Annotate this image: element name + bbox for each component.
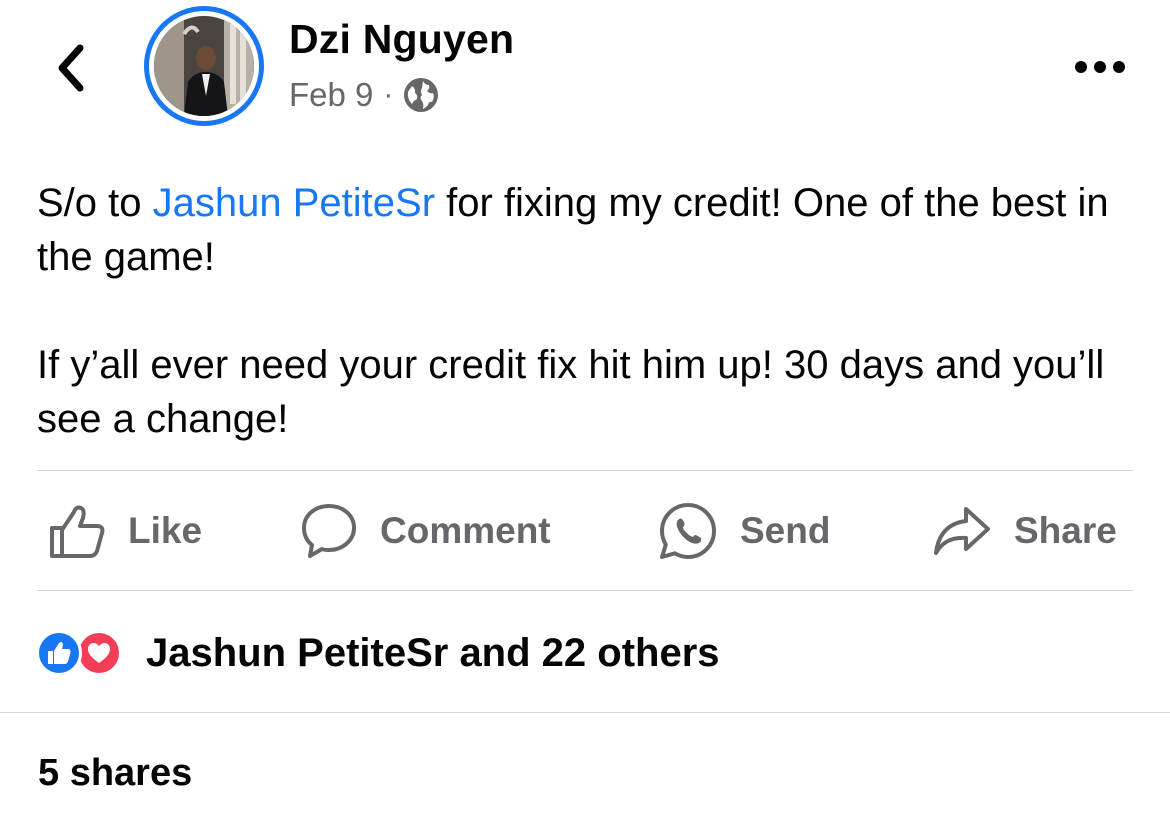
divider — [0, 712, 1170, 713]
post-date[interactable]: Feb 9 — [289, 76, 373, 114]
back-button[interactable] — [48, 40, 92, 96]
mention-link[interactable]: Jashun PetiteSr — [153, 181, 435, 225]
share-arrow-icon — [934, 507, 990, 555]
more-horizontal-icon — [1075, 61, 1125, 73]
love-reaction-icon — [76, 630, 122, 676]
post-text: S/o to Jashun PetiteSr for fixing my cre… — [37, 176, 1137, 446]
send-label: Send — [740, 510, 831, 551]
reactions-text: Jashun PetiteSr and 22 others — [146, 630, 720, 675]
send-button[interactable]: Send — [658, 496, 830, 566]
post-text-prefix: S/o to — [37, 181, 153, 225]
divider — [37, 590, 1133, 591]
comment-label: Comment — [380, 510, 551, 551]
share-label: Share — [1014, 510, 1117, 551]
chevron-left-icon — [58, 44, 84, 92]
reaction-icons — [36, 626, 136, 680]
share-button[interactable]: Share — [932, 496, 1117, 566]
author-name[interactable]: Dzi Nguyen — [289, 16, 514, 63]
like-label: Like — [128, 510, 203, 551]
reactions-summary[interactable]: Jashun PetiteSr and 22 others — [36, 626, 720, 680]
post-paragraph-1: S/o to Jashun PetiteSr for fixing my cre… — [37, 176, 1137, 284]
whatsapp-icon — [660, 503, 716, 559]
comment-button[interactable]: Comment — [300, 496, 551, 566]
avatar-photo — [154, 16, 254, 116]
action-bar: Like Comment Send Share — [0, 480, 1170, 584]
globe-icon — [404, 78, 439, 112]
comment-bubble-icon — [302, 504, 356, 558]
post-meta: Feb 9 · — [289, 76, 439, 114]
shares-count[interactable]: 5 shares — [38, 752, 192, 795]
post-paragraph-2: If y’all ever need your credit fix hit h… — [37, 343, 1105, 441]
thumbs-up-icon — [50, 505, 105, 558]
more-options-button[interactable] — [1070, 52, 1130, 82]
meta-separator: · — [383, 78, 394, 111]
like-button[interactable]: Like — [48, 496, 202, 566]
avatar — [154, 16, 254, 116]
post-page: Dzi Nguyen Feb 9 · S/o to Jashun PetiteS… — [0, 0, 1170, 830]
divider — [37, 470, 1133, 471]
like-reaction-icon — [36, 630, 82, 676]
profile-avatar-button[interactable] — [144, 6, 264, 126]
